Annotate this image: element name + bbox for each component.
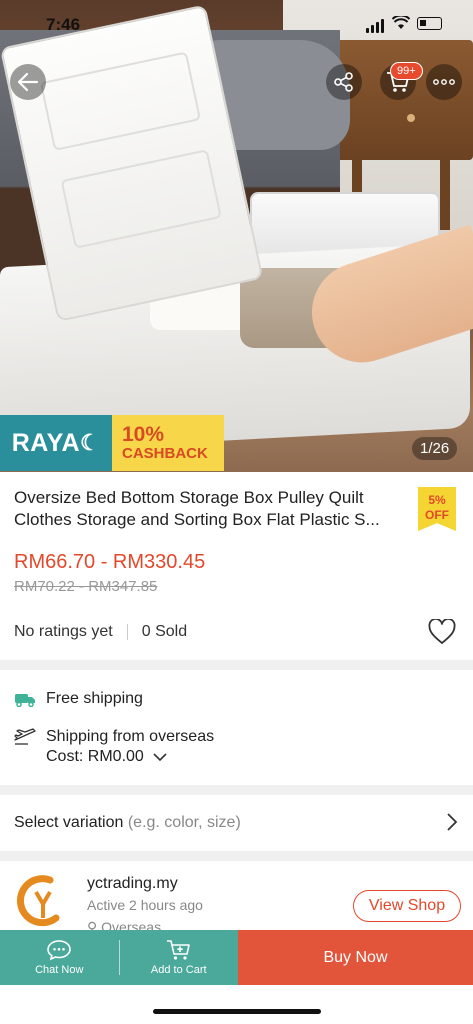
hero-nightstand <box>333 40 473 160</box>
free-shipping-row: Free shipping <box>14 690 143 708</box>
add-cart-icon <box>166 940 190 960</box>
share-icon <box>334 72 353 92</box>
image-counter: 1/26 <box>412 437 458 460</box>
shipping-from-text: Shipping from overseas <box>46 728 215 745</box>
free-shipping-text: Free shipping <box>46 690 143 707</box>
signal-icon <box>366 19 384 33</box>
select-variation-hint: (e.g. color, size) <box>127 814 241 831</box>
back-button[interactable] <box>10 64 46 100</box>
more-dots-icon <box>433 79 455 85</box>
price-range: RM66.70 - RM330.45 <box>14 551 206 573</box>
sold-count: 0 Sold <box>141 623 188 640</box>
raya-promo-label: RAYA ☾ <box>0 415 112 471</box>
add-to-cart-button[interactable]: Add to Cart <box>120 930 239 985</box>
view-shop-button[interactable]: View Shop <box>353 890 461 922</box>
product-title: Oversize Bed Bottom Storage Box Pulley Q… <box>14 488 380 529</box>
battery-icon <box>417 17 442 30</box>
ratings-text: No ratings yet <box>14 623 113 640</box>
bottom-action-bar: Chat Now Add to Cart Buy Now <box>0 930 473 985</box>
shop-active-status: Active 2 hours ago <box>87 897 203 913</box>
rating-summary: No ratings yet 0 Sold <box>14 623 187 641</box>
crescent-moon-icon: ☾ <box>80 430 101 455</box>
shipping-cost-text: Cost: RM0.00 <box>46 748 144 765</box>
add-to-cart-label: Add to Cart <box>150 964 207 976</box>
status-time: 7:46 <box>46 15 81 34</box>
chat-now-button[interactable]: Chat Now <box>0 930 119 985</box>
heart-icon <box>428 618 456 644</box>
shipping-cost[interactable]: Cost: RM0.00 <box>46 748 168 766</box>
section-divider <box>0 851 473 861</box>
cashback-percent: 10% <box>122 423 165 446</box>
section-divider <box>0 785 473 795</box>
arrow-left-icon <box>17 72 39 92</box>
chat-now-label: Chat Now <box>35 964 84 976</box>
wifi-icon <box>391 14 411 34</box>
chevron-right-icon <box>446 812 458 837</box>
promo-banner[interactable]: RAYA ☾ 10% CASHBACK <box>0 415 224 471</box>
shop-logo[interactable] <box>14 874 68 928</box>
status-bar: 7:46 <box>0 0 473 50</box>
buy-now-button[interactable]: Buy Now <box>238 930 473 985</box>
chevron-down-icon <box>153 753 167 762</box>
more-options-button[interactable] <box>426 64 462 100</box>
original-price-range: RM70.22 - RM347.85 <box>14 578 158 595</box>
shop-name[interactable]: yctrading.my <box>87 875 178 893</box>
select-variation-label: Select variation <box>14 814 124 831</box>
discount-badge: 5% OFF <box>418 487 456 531</box>
shipping-from-row: Shipping from overseas <box>14 728 214 746</box>
cashback-label: CASHBACK <box>122 445 208 462</box>
home-indicator[interactable] <box>153 1009 321 1014</box>
like-button[interactable] <box>428 618 456 650</box>
cashback-promo: 10% CASHBACK <box>112 415 224 471</box>
share-button[interactable] <box>326 64 362 100</box>
cart-count-badge: 99+ <box>390 62 423 80</box>
chat-bubble-icon <box>47 940 72 961</box>
free-shipping-truck-icon <box>15 694 35 707</box>
airplane-icon <box>14 728 36 745</box>
section-divider <box>0 660 473 670</box>
select-variation-row[interactable]: Select variation (e.g. color, size) <box>14 814 241 832</box>
